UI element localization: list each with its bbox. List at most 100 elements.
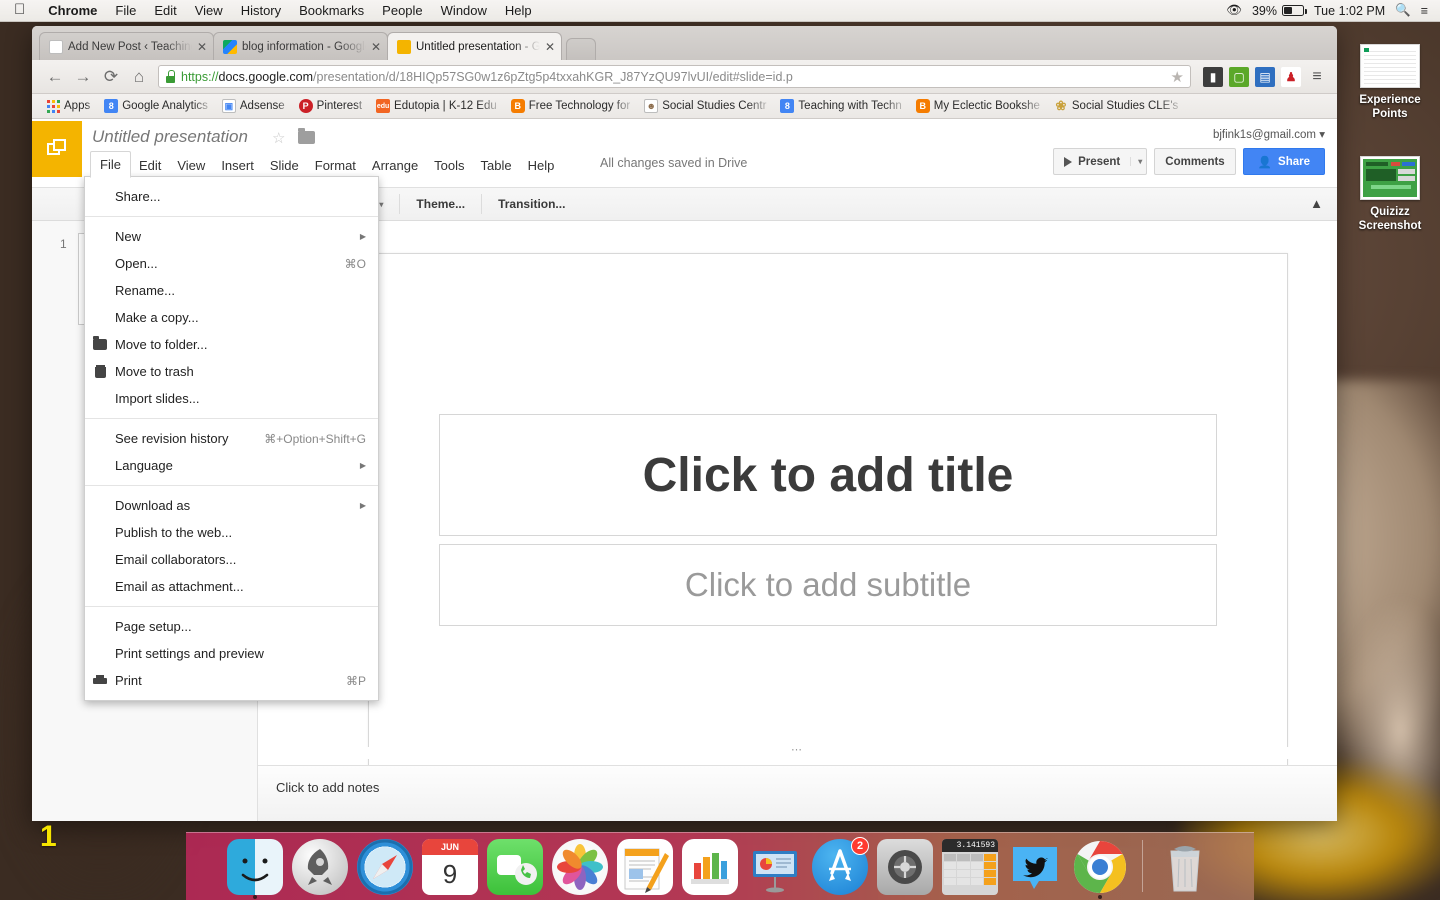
bookmark-teaching-with-technology[interactable]: 8 Teaching with Techn [774,97,907,115]
menu-item-language[interactable]: Language ▶ [85,452,378,479]
dock-item-twitter[interactable] [1004,836,1066,898]
search-icon[interactable]: 🔍 [1395,3,1411,18]
dock-item-app-store[interactable]: 2 [809,836,871,898]
menu-item-new[interactable]: New ▶ [85,223,378,250]
dock-item-system-preferences[interactable] [874,836,936,898]
menu-item-page-setup[interactable]: Page setup... [85,613,378,640]
menubar-item-file[interactable]: File [106,3,145,18]
menu-view[interactable]: View [169,153,213,178]
menubar-item-history[interactable]: History [232,3,290,18]
browser-tab-1[interactable]: Add New Post ‹ Teaching w ✕ [39,32,214,60]
dock-item-pages[interactable] [614,836,676,898]
menu-item-email-collaborators[interactable]: Email collaborators... [85,546,378,573]
slide-canvas[interactable]: Click to add title Click to add subtitle [368,253,1288,771]
menu-item-publish-to-the-web[interactable]: Publish to the web... [85,519,378,546]
menu-slide[interactable]: Slide [262,153,307,178]
display-icon[interactable]: 👁 [1226,3,1242,18]
dock-item-trash[interactable] [1154,836,1216,898]
subtitle-placeholder[interactable]: Click to add subtitle [439,544,1217,626]
move-to-folder-icon[interactable] [298,131,315,144]
menubar-item-people[interactable]: People [373,3,431,18]
menu-item-download-as[interactable]: Download as ▶ [85,492,378,519]
bookmark-apps[interactable]: Apps [40,97,96,115]
menu-item-rename[interactable]: Rename... [85,277,378,304]
google-slides-logo[interactable] [32,121,82,177]
chevron-down-icon[interactable]: ▾ [1130,157,1142,166]
pinterest-extension-icon[interactable]: ♟ [1281,67,1301,87]
bookmark-social-studies-cles[interactable]: ❀ Social Studies CLE's [1048,97,1184,115]
menu-table[interactable]: Table [473,153,520,178]
new-tab-button[interactable] [566,38,596,60]
menu-insert[interactable]: Insert [213,153,262,178]
menu-item-make-a-copy[interactable]: Make a copy... [85,304,378,331]
bookmark-my-eclectic-bookshelf[interactable]: B My Eclectic Bookshe [910,97,1046,115]
menu-item-move-to-trash[interactable]: Move to trash [85,358,378,385]
present-button[interactable]: Present ▾ [1053,148,1147,175]
menu-item-open[interactable]: Open... ⌘O [85,250,378,277]
close-tab-icon[interactable]: ✕ [371,40,381,54]
speaker-notes-pane[interactable]: Click to add notes [258,765,1337,821]
bookmark-adsense[interactable]: ▣ Adsense [216,97,291,115]
close-tab-icon[interactable]: ✕ [545,40,555,54]
bookmark-social-studies-central[interactable]: ☻ Social Studies Centr [638,97,772,115]
collapse-ribbon-icon[interactable]: ▲ [1310,196,1323,211]
menubar-item-window[interactable]: Window [432,3,496,18]
menubar-item-bookmarks[interactable]: Bookmarks [290,3,373,18]
account-email[interactable]: bjfink1s@gmail.com ▾ [1213,127,1325,141]
menu-arrange[interactable]: Arrange [364,153,426,178]
menu-edit[interactable]: Edit [131,153,169,178]
menubar-item-edit[interactable]: Edit [145,3,185,18]
menubar-item-view[interactable]: View [186,3,232,18]
menu-item-see-revision-history[interactable]: See revision history ⌘+Option+Shift+G [85,425,378,452]
browser-tab-3[interactable]: Untitled presentation - Goo ✕ [387,32,562,60]
menu-file[interactable]: File [90,151,131,178]
theme-button[interactable]: Theme... [407,193,474,215]
dock-item-photos[interactable] [549,836,611,898]
desktop-icon-quizizz-screenshot[interactable]: Quizizz Screenshot [1342,156,1438,233]
menubar-item-chrome[interactable]: Chrome [39,3,106,18]
dock-item-numbers[interactable] [679,836,741,898]
dock-item-launchpad[interactable] [289,836,351,898]
apple-logo-icon[interactable]:  [14,2,25,17]
evernote-extension-icon[interactable]: ▢ [1229,67,1249,87]
back-icon[interactable]: ← [42,64,68,90]
menu-bar-clock[interactable]: Tue 1:02 PM [1314,4,1385,18]
battery-status[interactable]: 39% [1252,4,1304,18]
notification-center-icon[interactable]: ≡ [1421,4,1428,18]
comments-button[interactable]: Comments [1154,148,1235,175]
file-dropdown-menu[interactable]: Share... New ▶ Open... ⌘O Rename... Make… [84,176,379,701]
address-bar[interactable]: https://docs.google.com/presentation/d/1… [158,65,1191,88]
menu-help[interactable]: Help [520,153,563,178]
reload-icon[interactable]: ⟳ [98,64,124,90]
menubar-item-help[interactable]: Help [496,3,541,18]
menu-format[interactable]: Format [307,153,364,178]
menu-item-print-settings-and-preview[interactable]: Print settings and preview [85,640,378,667]
desktop-icon-experience-points[interactable]: Experience Points [1342,44,1438,121]
share-button[interactable]: 👤 Share [1243,148,1325,175]
menu-item-move-to-folder[interactable]: Move to folder... [85,331,378,358]
dock-item-safari[interactable] [354,836,416,898]
chrome-menu-icon[interactable]: ≡ [1307,67,1327,87]
title-placeholder[interactable]: Click to add title [439,414,1217,536]
menu-tools[interactable]: Tools [426,153,472,178]
home-icon[interactable]: ⌂ [126,64,152,90]
bookmark-free-technology[interactable]: B Free Technology for [505,97,636,115]
dock-item-keynote[interactable] [744,836,806,898]
forward-icon[interactable]: → [70,64,96,90]
dock-item-google-chrome[interactable] [1069,836,1131,898]
pocket-extension-icon[interactable]: ▤ [1255,67,1275,87]
dock-item-finder[interactable] [224,836,286,898]
menu-item-print[interactable]: Print ⌘P [85,667,378,694]
bookmark-pinterest[interactable]: P Pinterest [293,97,368,115]
dock-item-calculator[interactable]: 3.141593 [939,836,1001,898]
notes-resize-handle[interactable]: ⋯ [258,747,1337,759]
bookmark-edutopia[interactable]: edu Edutopia | K-12 Edu [370,97,503,115]
document-title[interactable]: Untitled presentation [92,127,248,147]
transition-button[interactable]: Transition... [489,193,574,215]
film-strip-extension-icon[interactable]: ▮ [1203,67,1223,87]
close-tab-icon[interactable]: ✕ [197,40,207,54]
dock-item-facetime[interactable] [484,836,546,898]
menu-item-email-as-attachment[interactable]: Email as attachment... [85,573,378,600]
menu-item-share[interactable]: Share... [85,183,378,210]
browser-tab-2[interactable]: blog information - Google D ✕ [213,32,388,60]
